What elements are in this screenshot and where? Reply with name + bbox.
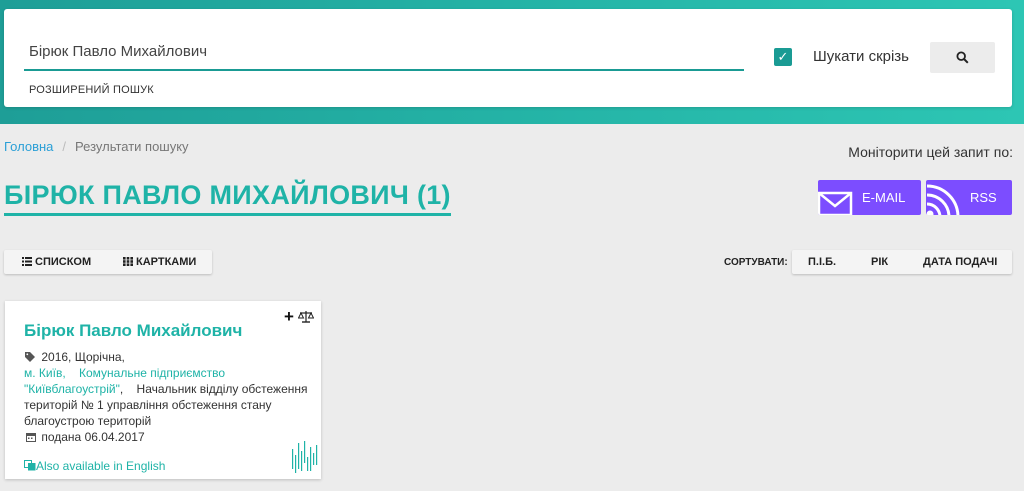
result-position-part2: територій № 1 управління обстеження стан…: [24, 398, 272, 412]
result-city-link[interactable]: м. Київ,: [24, 366, 66, 380]
view-cards-label: КАРТКАМИ: [136, 256, 197, 268]
page-title: БІРЮК ПАВЛО МИХАЙЛОВИЧ (1): [4, 180, 451, 216]
sort-by-name-button[interactable]: П.І.Б.: [808, 256, 836, 268]
result-position-line: "Київблагоустрій", Начальник відділу обс…: [24, 381, 309, 397]
search-button[interactable]: [930, 42, 995, 73]
english-version-label: Also available in English: [36, 459, 166, 473]
monitor-label: Моніторити цей запит по:: [848, 144, 1013, 160]
result-org-line: м. Київ, Комунальне підприємство: [24, 365, 309, 381]
result-name-link[interactable]: Бірюк Павло Михайлович: [24, 321, 242, 341]
breadcrumb: Головна / Результати пошуку: [4, 139, 189, 154]
subscribe-rss-button[interactable]: RSS: [926, 180, 1012, 215]
barcode-icon: [292, 441, 318, 473]
subscribe-email-button[interactable]: E-MAIL: [818, 180, 921, 215]
english-version-link[interactable]: Also available in English: [24, 459, 165, 473]
scales-icon[interactable]: [297, 309, 315, 325]
view-cards-button[interactable]: КАРТКАМИ: [123, 256, 196, 268]
breadcrumb-home-link[interactable]: Головна: [4, 139, 53, 154]
envelope-icon: [818, 191, 853, 215]
search-everywhere-checkbox[interactable]: ✓: [774, 48, 792, 66]
sort-options: П.І.Б. РІК ДАТА ПОДАЧІ: [792, 250, 1012, 274]
result-submitted: подана 06.04.2017: [41, 430, 145, 444]
view-list-label: СПИСКОМ: [35, 256, 92, 268]
view-list-button[interactable]: СПИСКОМ: [22, 256, 91, 268]
calendar-icon: [26, 433, 36, 442]
view-toggle: СПИСКОМ КАРТКАМИ: [4, 250, 212, 274]
result-org-link-part2[interactable]: "Київблагоустрій": [24, 382, 120, 396]
breadcrumb-current: Результати пошуку: [75, 139, 189, 154]
search-panel: РОЗШИРЕНИЙ ПОШУК ✓ Шукати скрізь: [4, 9, 1012, 107]
result-meta-line: 2016, Щорічна,: [24, 349, 309, 365]
rss-icon: [926, 184, 960, 215]
email-button-label: E-MAIL: [862, 190, 906, 205]
result-position-part3: благоустрою територій: [24, 414, 152, 428]
search-input[interactable]: [24, 33, 744, 71]
result-org-link-part1[interactable]: Комунальне підприємство: [79, 366, 225, 380]
result-meta: 2016, Щорічна,: [41, 350, 125, 364]
rss-button-label: RSS: [970, 190, 997, 205]
search-everywhere-label: Шукати скрізь: [813, 48, 909, 65]
sort-by-year-button[interactable]: РІК: [871, 256, 888, 268]
result-position-part1: , Начальник відділу обстеження: [119, 382, 308, 396]
list-icon: [22, 257, 32, 266]
breadcrumb-separator: /: [62, 139, 67, 154]
search-icon: [956, 51, 969, 64]
sort-by-date-button[interactable]: ДАТА ПОДАЧІ: [923, 256, 997, 268]
advanced-search-link[interactable]: РОЗШИРЕНИЙ ПОШУК: [29, 84, 154, 96]
result-details: 2016, Щорічна, м. Київ, Комунальне підпр…: [24, 349, 309, 445]
result-submitted-line: подана 06.04.2017: [24, 429, 309, 445]
tags-icon: [25, 352, 35, 362]
sort-label: СОРТУВАТИ:: [724, 257, 788, 268]
grid-icon: [123, 257, 133, 266]
result-card: Бірюк Павло Михайлович + 2016, Щорічна, …: [5, 301, 321, 479]
card-actions: +: [284, 307, 315, 327]
plus-icon[interactable]: +: [284, 307, 294, 326]
language-icon: [24, 460, 36, 471]
